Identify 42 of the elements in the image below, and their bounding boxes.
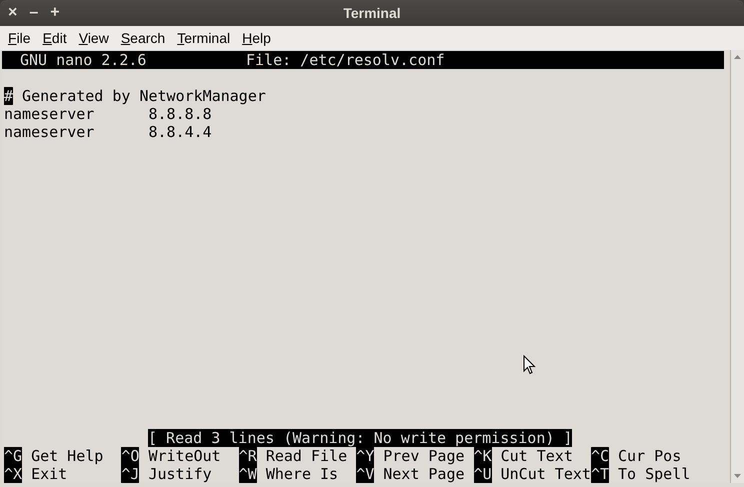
menu-item[interactable]: Edit xyxy=(40,28,69,48)
window-title: Terminal xyxy=(343,4,401,22)
text-line: nameserver 8.8.8.8 xyxy=(3,105,213,123)
shortcut-key: ^J xyxy=(121,465,140,483)
text-line: # Generated by NetworkManager xyxy=(3,87,267,105)
menu-item[interactable]: Terminal xyxy=(175,28,232,48)
close-button[interactable]: × xyxy=(8,5,18,21)
shortcut-key: ^O xyxy=(121,447,140,465)
shortcut-key: ^U xyxy=(474,465,492,483)
shortcut-key: ^K xyxy=(474,447,492,465)
menu-item[interactable]: View xyxy=(76,28,111,48)
text-line: nameserver 8.8.4.4 xyxy=(3,123,213,141)
shortcut-label: Prev Page xyxy=(382,447,465,465)
shortcut-label: To Spell xyxy=(617,465,690,483)
menu-item[interactable]: File xyxy=(6,28,33,48)
shortcut-label: Next Page xyxy=(382,465,465,483)
shortcut-key: ^Y xyxy=(356,447,374,465)
minimize-button[interactable]: – xyxy=(29,5,38,21)
shortcut-label: Justify xyxy=(147,465,212,483)
shortcut-label: Read File xyxy=(264,447,348,465)
nano-version: GNU nano 2.2.6 xyxy=(19,51,148,69)
shortcut-label: Get Help xyxy=(30,447,104,465)
shortcut-label: Where Is xyxy=(264,465,338,483)
shortcut-label: Cut Text xyxy=(500,447,573,465)
menu-item[interactable]: Help xyxy=(240,28,273,48)
shortcut-key: ^C xyxy=(590,447,610,465)
maximize-button[interactable]: + xyxy=(50,5,60,21)
file-name: File: /etc/resolv.conf xyxy=(246,51,445,69)
mouse-pointer-icon xyxy=(523,355,536,375)
menu-item[interactable]: Search xyxy=(118,28,168,48)
shortcut-key: ^G xyxy=(4,447,22,465)
shortcut-key: ^W xyxy=(238,465,257,483)
shortcut-label: Exit xyxy=(30,465,68,483)
shortcut-label: Cur Pos xyxy=(617,447,682,465)
status-message: [ Read 3 lines (Warning: No write permission) ] xyxy=(148,429,572,447)
shortcut-key: ^V xyxy=(356,465,374,483)
scrollbar[interactable] xyxy=(730,50,744,483)
shortcut-key: ^T xyxy=(590,465,610,483)
shortcut-key: ^R xyxy=(238,447,257,465)
shortcut-label: WriteOut xyxy=(147,447,221,465)
shortcut-key: ^X xyxy=(4,465,22,483)
shortcut-label: UnCut Text xyxy=(500,465,591,483)
